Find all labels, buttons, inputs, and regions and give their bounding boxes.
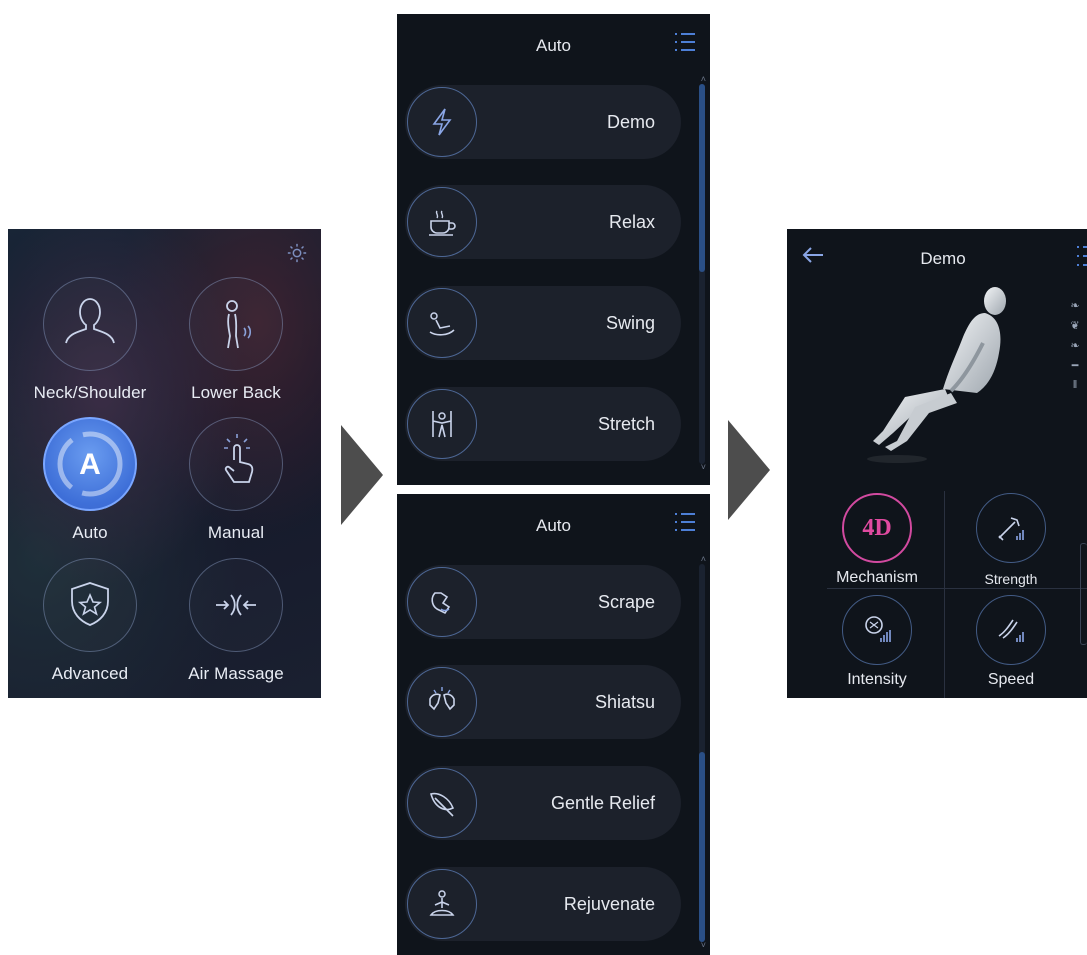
tile-manual[interactable]: Manual (166, 417, 306, 543)
scrollbar[interactable] (699, 564, 705, 942)
scrape-hand-icon (407, 567, 477, 637)
body-figure-image (867, 287, 1006, 463)
demo-screen: Demo ❧ ❦ ❧ ━ ‖ 4D Mechanism Strength Int… (787, 229, 1087, 698)
intensity-icon (842, 595, 912, 665)
back-zone-icon[interactable]: ❦ (1065, 319, 1085, 339)
auto-a-icon: A (43, 417, 137, 511)
stretch-icon (407, 389, 477, 459)
seat-zone-icon[interactable]: ━ (1065, 359, 1085, 379)
shield-star-icon (43, 558, 137, 652)
list-item-relax[interactable]: Relax (405, 185, 681, 259)
swing-icon (407, 288, 477, 358)
list-item-label: Relax (608, 212, 655, 232)
head-shoulder-icon (43, 277, 137, 371)
mechanism-control[interactable]: 4D Mechanism (817, 493, 937, 587)
intensity-control[interactable]: Intensity (817, 595, 937, 689)
tile-auto[interactable]: A Auto (20, 417, 160, 543)
list-item-label: Demo (606, 112, 655, 132)
control-label: Strength (984, 571, 1038, 587)
list-menu-icon[interactable] (673, 510, 697, 534)
speed-control[interactable]: Speed (951, 595, 1071, 689)
page-title: Demo (920, 249, 966, 268)
scroll-thumb[interactable] (699, 752, 705, 942)
list-item-scrape[interactable]: Scrape (405, 565, 681, 639)
tile-label: Auto (72, 523, 108, 542)
tile-neck-shoulder[interactable]: Neck/Shoulder (20, 277, 160, 403)
list-item-label: Scrape (597, 592, 655, 612)
hand-touch-icon (189, 417, 283, 511)
divider (827, 588, 1087, 589)
tile-label: Advanced (51, 664, 129, 683)
meditation-icon (407, 869, 477, 939)
list-item-label: Swing (605, 313, 655, 333)
control-label: Intensity (847, 671, 907, 688)
scroll-up-icon[interactable]: ˄ (701, 554, 706, 564)
list-menu-icon[interactable] (1075, 243, 1087, 269)
page-title: Auto (536, 36, 571, 55)
control-label: Mechanism (836, 569, 918, 586)
strength-icon (976, 493, 1046, 563)
shiatsu-hands-icon (407, 667, 477, 737)
flow-arrow (728, 420, 770, 520)
strength-control[interactable]: Strength (951, 493, 1071, 587)
list-item-label: Shiatsu (594, 692, 655, 712)
svg-text:A: A (79, 448, 101, 481)
divider (944, 491, 945, 698)
list-item-gentle-relief[interactable]: Gentle Relief (405, 766, 681, 840)
list-item-stretch[interactable]: Stretch (405, 387, 681, 461)
tile-lower-back[interactable]: Lower Back (166, 277, 306, 403)
neck-zone-icon[interactable]: ❧ (1065, 299, 1085, 319)
coffee-cup-icon (407, 187, 477, 257)
control-label: Speed (987, 671, 1035, 688)
list-item-swing[interactable]: Swing (405, 286, 681, 360)
tile-advanced[interactable]: Advanced (20, 558, 160, 684)
list-item-rejuvenate[interactable]: Rejuvenate (405, 867, 681, 941)
arm-zone-icon[interactable]: ❧ (1065, 339, 1085, 359)
side-slider[interactable] (1080, 543, 1087, 645)
body-zone-selector: ❧ ❦ ❧ ━ ‖ (1065, 299, 1085, 399)
gear-icon[interactable] (286, 242, 308, 264)
list-menu-icon[interactable] (673, 30, 697, 54)
scroll-down-icon[interactable]: ˅ (701, 940, 706, 950)
list-item-label: Stretch (597, 414, 655, 434)
scrollbar[interactable] (699, 84, 705, 464)
tile-label: Air Massage (188, 664, 284, 683)
speed-icon (976, 595, 1046, 665)
scroll-thumb[interactable] (699, 84, 705, 272)
list-item-label: Rejuvenate (563, 894, 655, 914)
air-arrows-icon (189, 558, 283, 652)
tile-label: Manual (207, 523, 265, 542)
tile-label: Lower Back (191, 383, 281, 402)
page-title: Auto (536, 516, 571, 535)
lower-back-icon (189, 277, 283, 371)
list-item-shiatsu[interactable]: Shiatsu (405, 665, 681, 739)
auto-list-screen-2: Auto ˄ ˅ Scrape Shiatsu Gentle Relief Re… (397, 494, 710, 955)
scroll-down-icon[interactable]: ˅ (701, 462, 706, 472)
auto-list-screen-1: Auto ˄ ˅ Demo Relax Swing Stretch (397, 14, 710, 485)
tile-label: Neck/Shoulder (33, 383, 147, 402)
tile-air-massage[interactable]: Air Massage (166, 558, 306, 684)
leg-zone-icon[interactable]: ‖ (1065, 379, 1085, 399)
home-screen: Neck/Shoulder Lower Back A Auto Manual A… (8, 229, 321, 698)
feather-icon (407, 768, 477, 838)
lightning-icon (407, 87, 477, 157)
list-item-label: Gentle Relief (550, 793, 655, 813)
list-item-demo[interactable]: Demo (405, 85, 681, 159)
scroll-up-icon[interactable]: ˄ (701, 74, 706, 84)
flow-arrow (341, 425, 383, 525)
4d-badge: 4D (842, 493, 912, 563)
